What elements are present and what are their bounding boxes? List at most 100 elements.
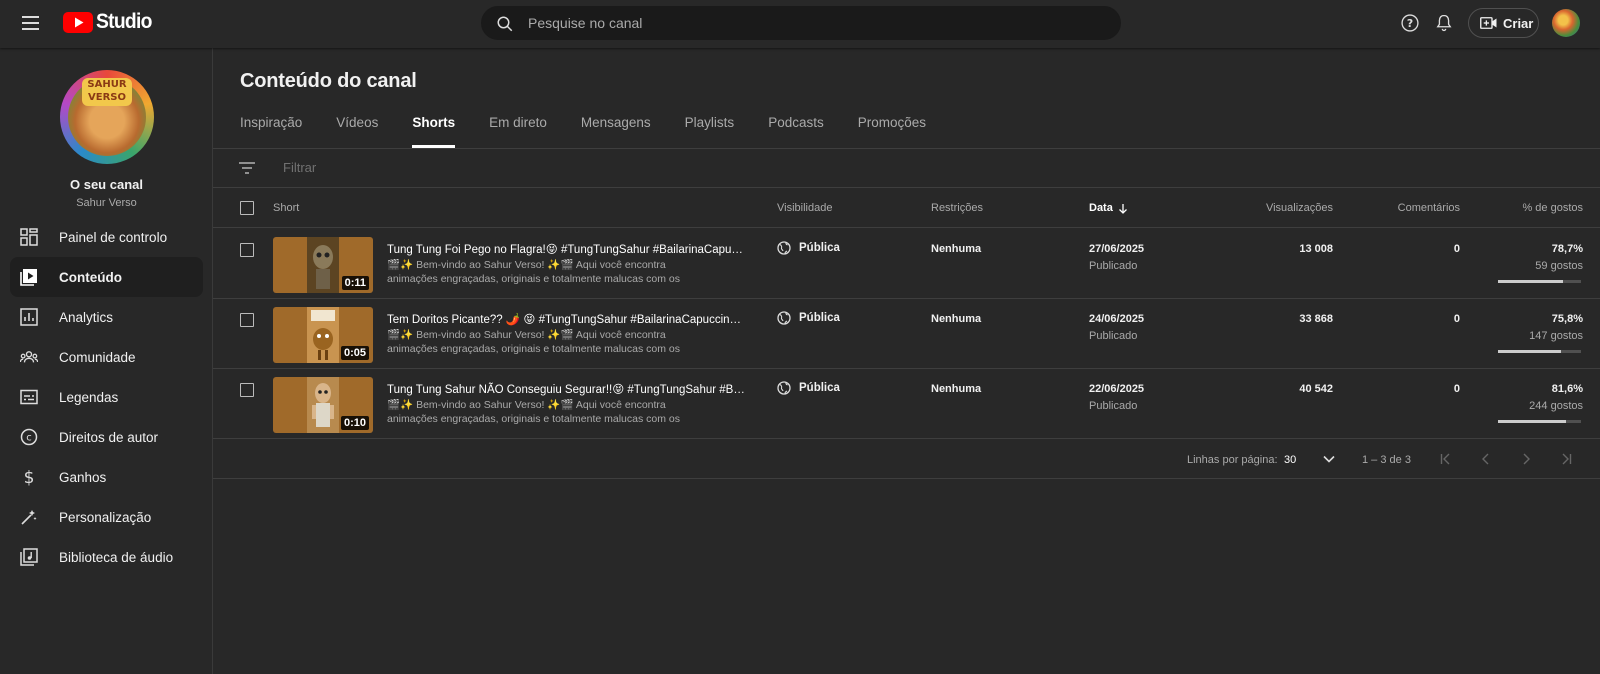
sidebar-item-label: Personalização [59, 509, 152, 525]
community-icon [20, 348, 38, 366]
search-bar[interactable] [481, 6, 1121, 40]
row-checkbox[interactable] [240, 313, 254, 327]
previous-page-icon[interactable] [1478, 451, 1494, 467]
tab-shorts[interactable]: Shorts [412, 110, 455, 148]
channel-title: O seu canal [70, 177, 143, 192]
rows-per-page-label: Linhas por página: [1187, 454, 1278, 466]
row-checkbox[interactable] [240, 243, 254, 257]
column-restrictions: Restrições [931, 202, 983, 214]
studio-logo[interactable]: Studio [63, 10, 157, 34]
video-description: 🎬✨ Bem-vindo ao Sahur Verso! ✨🎬 Aqui voc… [387, 259, 680, 285]
svg-text:$: $ [24, 468, 35, 486]
first-page-icon[interactable] [1438, 451, 1454, 467]
tab-inspiration[interactable]: Inspiração [240, 110, 302, 148]
restrictions-value: Nenhuma [931, 243, 982, 255]
thumbnail-image [307, 237, 339, 293]
table-row[interactable]: 0:10 Tung Tung Sahur NÃO Conseguiu Segur… [213, 369, 1600, 439]
row-checkbox[interactable] [240, 383, 254, 397]
sidebar-item-earn[interactable]: $ Ganhos [10, 457, 203, 497]
page-range: 1 – 3 de 3 [1362, 454, 1411, 466]
thumbnail-image [307, 377, 339, 433]
sidebar-item-label: Legendas [59, 389, 119, 405]
filter-input[interactable]: Filtrar [283, 160, 316, 175]
sidebar-item-label: Analytics [59, 309, 114, 325]
tab-promotions[interactable]: Promoções [858, 110, 926, 148]
youtube-logo-icon [63, 11, 93, 33]
tab-posts[interactable]: Mensagens [581, 110, 651, 148]
globe-icon [777, 311, 791, 325]
create-button-label: Criar [1503, 15, 1534, 31]
logo-text: Studio [96, 10, 152, 33]
search-input[interactable] [528, 7, 1098, 39]
visibility-cell[interactable]: Pública [777, 241, 840, 255]
video-thumbnail[interactable]: 0:10 [273, 377, 373, 433]
likes-percent: 75,8% [1551, 313, 1583, 325]
chevron-down-icon[interactable] [1321, 451, 1337, 467]
tab-podcasts[interactable]: Podcasts [768, 110, 824, 148]
visibility-cell[interactable]: Pública [777, 381, 840, 395]
visibility-label: Pública [799, 242, 840, 254]
likes-percent: 81,6% [1551, 383, 1583, 395]
tab-live[interactable]: Em direto [489, 110, 547, 148]
dashboard-icon [20, 228, 38, 246]
audio-library-icon [20, 548, 38, 566]
sidebar-item-label: Ganhos [59, 469, 107, 485]
tab-playlists[interactable]: Playlists [685, 110, 735, 148]
sidebar-item-community[interactable]: Comunidade [10, 337, 203, 377]
video-thumbnail[interactable]: 0:05 [273, 307, 373, 363]
sidebar-item-label: Direitos de autor [59, 429, 159, 445]
create-button[interactable]: Criar [1468, 8, 1539, 38]
restrictions-value: Nenhuma [931, 313, 982, 325]
visibility-cell[interactable]: Pública [777, 311, 840, 325]
notifications-bell-icon[interactable] [1434, 12, 1454, 34]
globe-icon [777, 381, 791, 395]
avatar-badge-text: SAHUR VERSO [82, 78, 132, 106]
video-thumbnail[interactable]: 0:11 [273, 237, 373, 293]
next-page-icon[interactable] [1518, 451, 1534, 467]
table-row[interactable]: 0:05 Tem Doritos Picante?? 🌶️ 😝 #TungTun… [213, 299, 1600, 369]
sidebar-item-content[interactable]: Conteúdo [10, 257, 203, 297]
top-bar: Studio ? Criar [0, 0, 1600, 48]
page-title: Conteúdo do canal [240, 70, 417, 92]
channel-name: Sahur Verso [76, 197, 137, 209]
account-avatar[interactable] [1552, 9, 1580, 37]
select-all-checkbox[interactable] [240, 201, 254, 215]
video-description: 🎬✨ Bem-vindo ao Sahur Verso! ✨🎬 Aqui voc… [387, 399, 680, 425]
sidebar-item-customization[interactable]: Personalização [10, 497, 203, 537]
help-icon[interactable]: ? [1400, 13, 1420, 33]
filter-bar[interactable]: Filtrar [213, 149, 1600, 188]
column-date-sort[interactable]: Data [1089, 202, 1128, 214]
analytics-icon [20, 308, 38, 326]
video-duration: 0:05 [340, 346, 369, 360]
views-value: 33 868 [1299, 313, 1333, 325]
sidebar-item-dashboard[interactable]: Painel de controlo [10, 217, 203, 257]
tab-videos[interactable]: Vídeos [336, 110, 378, 148]
hamburger-menu-icon[interactable] [18, 12, 44, 36]
table-row[interactable]: 0:11 Tung Tung Foi Pego no Flagra!😝 #Tun… [213, 229, 1600, 299]
sidebar-item-analytics[interactable]: Analytics [10, 297, 203, 337]
video-title[interactable]: Tem Doritos Picante?? 🌶️ 😝 #TungTungSahu… [387, 312, 745, 326]
column-views: Visualizações [1265, 202, 1333, 214]
channel-avatar[interactable]: SAHUR VERSO [60, 70, 154, 164]
video-description: 🎬✨ Bem-vindo ao Sahur Verso! ✨🎬 Aqui voc… [387, 329, 680, 355]
video-duration: 0:11 [341, 276, 369, 290]
sidebar-item-audio-library[interactable]: Biblioteca de áudio [10, 537, 203, 577]
customization-icon [20, 508, 38, 526]
video-title[interactable]: Tung Tung Foi Pego no Flagra!😝 #TungTung… [387, 242, 745, 256]
sidebar-item-subtitles[interactable]: Legendas [10, 377, 203, 417]
likes-count: 147 gostos [1529, 330, 1583, 342]
rows-per-page-select[interactable]: 30 [1284, 454, 1296, 466]
content-tabs: Inspiração Vídeos Shorts Em direto Mensa… [240, 110, 960, 148]
create-video-icon [1480, 17, 1497, 29]
copyright-icon: c [20, 428, 38, 446]
last-page-icon[interactable] [1558, 451, 1574, 467]
video-title[interactable]: Tung Tung Sahur NÃO Conseguiu Segurar!!😝… [387, 382, 745, 396]
likes-bar-fill [1498, 350, 1561, 353]
column-comments: Comentários [1397, 202, 1460, 214]
likes-percent: 78,7% [1551, 243, 1583, 255]
filter-icon[interactable] [238, 161, 256, 175]
date-value: 24/06/2025 [1089, 313, 1145, 325]
sidebar-item-copyright[interactable]: c Direitos de autor [10, 417, 203, 457]
visibility-label: Pública [799, 312, 840, 324]
sidebar-item-label: Biblioteca de áudio [59, 549, 174, 565]
